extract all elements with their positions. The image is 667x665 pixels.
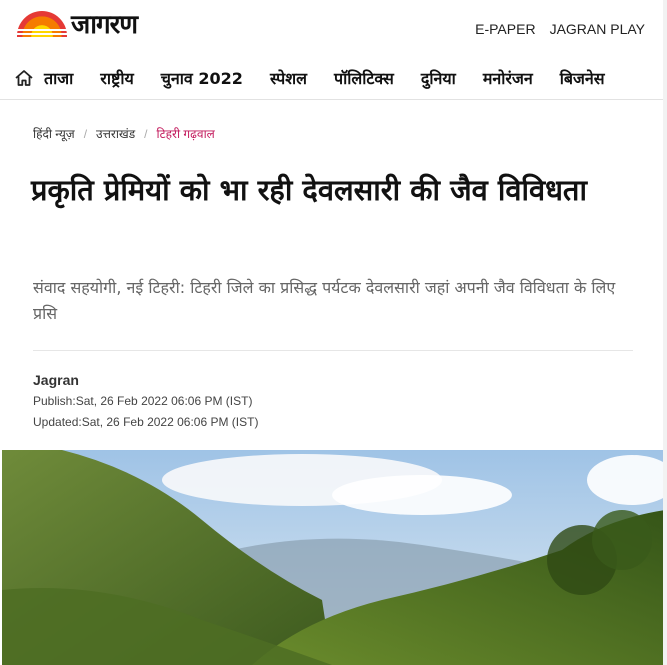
jagran-logo[interactable]: जागरण [17,10,138,40]
breadcrumb-separator: / [83,126,88,141]
nav-item-manoranjan[interactable]: मनोरंजन [483,67,533,89]
breadcrumb-tehri-garhwal[interactable]: टिहरी गढ़वाल [157,125,215,142]
nav-home-button[interactable] [4,56,44,100]
epaper-link[interactable]: E-PAPER [475,21,535,37]
publish-date: Publish:Sat, 26 Feb 2022 06:06 PM (IST) [33,394,253,408]
jagran-play-link[interactable]: JAGRAN PLAY [550,21,645,37]
nav-item-rashtriya[interactable]: राष्ट्रीय [100,67,133,89]
nav-item-chunav[interactable]: चुनाव 2022 [161,67,243,89]
nav-item-politics[interactable]: पॉलिटिक्स [334,67,394,89]
rising-sun-logo-icon [17,11,67,39]
nav-item-taja[interactable]: ताजा [44,67,73,89]
article-hero-image [2,450,665,665]
scrollbar[interactable] [663,0,667,665]
top-bar: जागरण E-PAPER JAGRAN PLAY [0,0,667,56]
breadcrumb-uttarakhand[interactable]: उत्तराखंड [96,125,135,142]
brand-name: जागरण [71,10,138,40]
article-summary: संवाद सहयोगी, नई टिहरी: टिहरी जिले का प्… [33,278,616,323]
breadcrumb: हिंदी न्यूज़ / उत्तराखंड / टिहरी गढ़वाल [33,125,215,142]
nav-item-duniya[interactable]: दुनिया [421,67,456,89]
main-nav: ताजा राष्ट्रीय चुनाव 2022 स्पेशल पॉलिटिक… [0,56,667,100]
breadcrumb-separator: / [144,126,148,141]
nav-item-business[interactable]: बिजनेस [560,67,605,89]
updated-date: Updated:Sat, 26 Feb 2022 06:06 PM (IST) [33,415,259,429]
author-name[interactable]: Jagran [33,372,79,388]
home-icon [15,69,33,86]
top-links: E-PAPER JAGRAN PLAY [475,21,645,37]
breadcrumb-hindi-news[interactable]: हिंदी न्यूज़ [33,125,75,142]
divider [33,350,633,351]
nav-item-special[interactable]: स्पेशल [270,67,307,89]
article-title: प्रकृति प्रेमियों को भा रही देवलसारी की … [31,173,587,207]
